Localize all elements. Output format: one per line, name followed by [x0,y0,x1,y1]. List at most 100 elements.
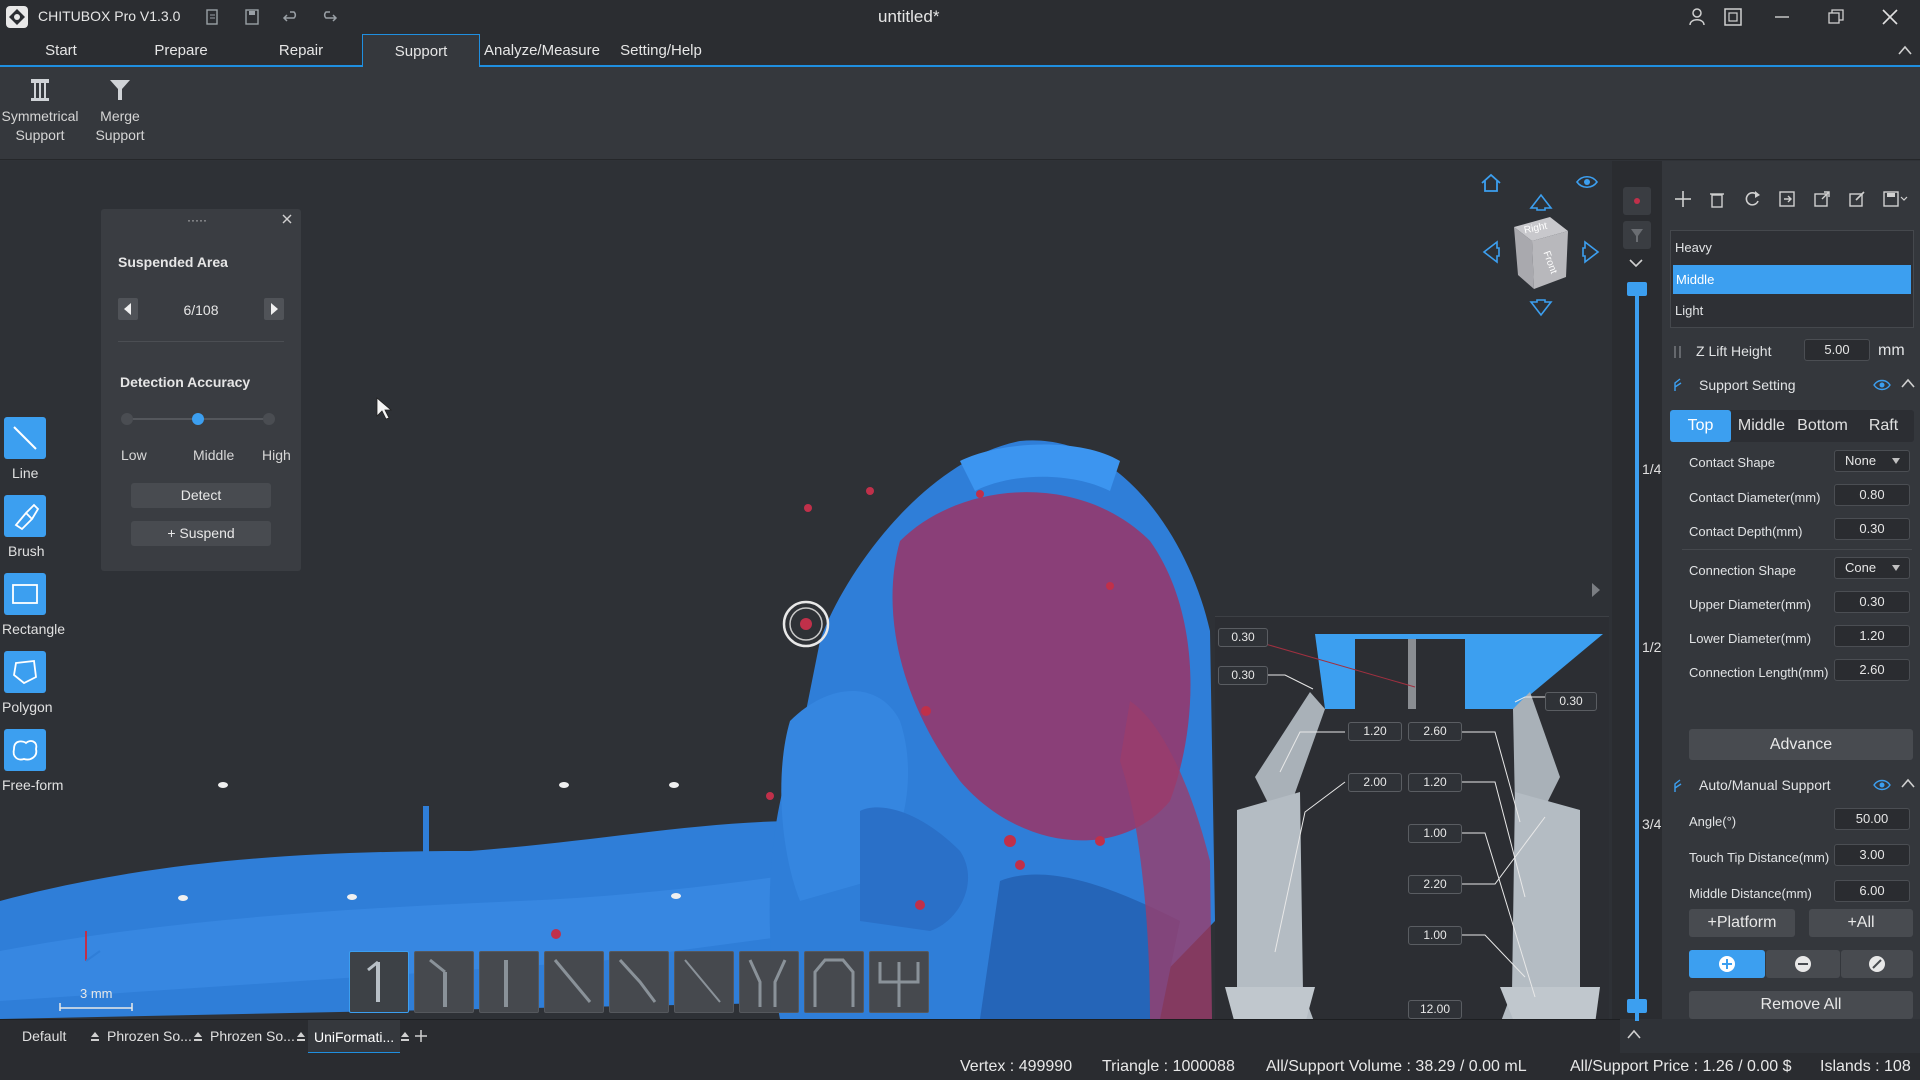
auto-manual-collapse-icon[interactable] [1900,776,1916,790]
save-preset-icon[interactable] [1882,189,1908,209]
middle-value-a[interactable]: 2.00 [1348,773,1402,792]
upper-diameter-input[interactable]: 0.30 [1834,591,1910,613]
minimize-icon[interactable] [1772,8,1792,26]
advance-button[interactable]: Advance [1689,729,1913,760]
delete-preset-icon[interactable] [1707,189,1727,209]
layer-dropdown-icon[interactable] [1627,257,1645,269]
export-preset-icon[interactable] [1812,189,1832,209]
add-suspend-button[interactable]: + Suspend [131,521,271,546]
eject-icon[interactable] [90,1030,100,1042]
home-view-icon[interactable] [1479,172,1503,194]
support-type-5[interactable] [609,951,669,1013]
drag-handle[interactable]: ····· [187,213,207,227]
tab-top[interactable]: Top [1670,410,1731,442]
panel-collapse-icon[interactable] [1626,1028,1642,1040]
rotate-down-icon[interactable] [1528,299,1554,319]
length-value-3[interactable]: 1.00 [1408,926,1462,945]
layer-filter-icon[interactable] [1623,221,1651,249]
view-cube[interactable]: Right Front [1508,213,1574,291]
remove-support-mode-button[interactable] [1766,950,1840,978]
top-right-value[interactable]: 0.30 [1545,692,1597,711]
add-support-mode-button[interactable] [1689,950,1765,978]
accuracy-slider[interactable] [121,412,281,426]
preset-light[interactable]: Light [1675,297,1909,325]
panel-close-icon[interactable] [281,213,293,225]
support-setting-eye-icon[interactable] [1873,379,1891,391]
rotate-up-icon[interactable] [1528,191,1554,211]
angle-input[interactable]: 50.00 [1834,808,1910,830]
eject-icon[interactable] [400,1030,410,1042]
tab-analyze-measure[interactable]: Analyze/Measure [482,34,602,67]
polygon-tool-button[interactable] [4,651,46,693]
rotate-right-icon[interactable] [1582,239,1602,265]
auto-manual-eye-icon[interactable] [1873,779,1891,791]
support-setting-collapse-icon[interactable] [1900,376,1916,390]
new-file-icon[interactable] [204,8,220,26]
visibility-eye-icon[interactable] [1576,175,1598,189]
layer-slider-bottom-handle[interactable] [1627,999,1647,1013]
tab-middle[interactable]: Middle [1731,410,1792,442]
connection-length-input[interactable]: 2.60 [1834,659,1910,681]
edit-support-mode-button[interactable] [1841,950,1913,978]
rectangle-tool-button[interactable] [4,573,46,615]
length-value-1[interactable]: 1.00 [1408,824,1462,843]
eject-icon[interactable] [296,1030,306,1042]
remove-all-button[interactable]: Remove All [1689,991,1913,1019]
support-type-2[interactable] [414,951,474,1013]
touch-tip-input[interactable]: 3.00 [1834,844,1910,866]
tab-uniformation[interactable]: UniFormati... [308,1020,401,1054]
user-icon[interactable] [1688,7,1706,27]
tab-support[interactable]: Support [362,34,480,69]
tab-phrozen-2[interactable]: Phrozen So... [210,1028,295,1044]
symmetrical-support-button[interactable]: Symmetrical Support [0,75,80,145]
upper-value-b[interactable]: 2.60 [1408,722,1462,741]
tab-prepare[interactable]: Prepare [134,34,228,67]
top-left-value-1[interactable]: 0.30 [1218,628,1268,647]
middle-distance-input[interactable]: 6.00 [1834,880,1910,902]
eject-icon[interactable] [193,1030,203,1042]
close-icon[interactable] [1880,7,1900,27]
tab-setting-help[interactable]: Setting/Help [614,34,708,67]
import-preset-icon[interactable] [1777,189,1797,209]
contact-shape-select[interactable]: None [1834,450,1910,472]
layer-slider-track[interactable] [1635,286,1639,1021]
contact-diameter-input[interactable]: 0.80 [1834,484,1910,506]
add-preset-icon[interactable] [1673,189,1693,209]
tab-phrozen-1[interactable]: Phrozen So... [107,1028,192,1044]
lower-diameter-input[interactable]: 1.20 [1834,625,1910,647]
preset-heavy[interactable]: Heavy [1675,234,1909,262]
rotate-left-icon[interactable] [1480,239,1500,265]
layer-view-icon[interactable] [1623,187,1651,215]
tab-default[interactable]: Default [22,1028,66,1044]
layer-slider-top-handle[interactable] [1627,282,1647,296]
detect-button[interactable]: Detect [131,483,271,508]
upper-value-a[interactable]: 1.20 [1348,722,1402,741]
tab-bottom[interactable]: Bottom [1792,410,1853,442]
bottom-value[interactable]: 12.00 [1408,1000,1462,1019]
edit-preset-icon[interactable] [1847,189,1867,209]
z-lift-input[interactable]: 5.00 [1804,339,1870,361]
support-type-8[interactable] [804,951,864,1013]
preset-middle[interactable]: Middle [1673,265,1911,294]
next-area-button[interactable] [264,298,284,320]
add-all-button[interactable]: +All [1809,909,1913,937]
free-form-tool-button[interactable] [4,729,46,771]
length-value-2[interactable]: 2.20 [1408,875,1462,894]
accuracy-slider-thumb[interactable] [192,413,204,425]
add-tab-icon[interactable] [414,1029,428,1043]
tab-repair[interactable]: Repair [256,34,346,67]
undo-icon[interactable] [282,8,300,26]
tab-raft[interactable]: Raft [1853,410,1914,442]
support-type-4[interactable] [544,951,604,1013]
support-type-1[interactable] [349,951,409,1013]
3d-viewport[interactable]: 3 mm Line Brush Rectangle Polygon Free-f… [0,161,1612,1019]
connection-shape-select[interactable]: Cone [1834,557,1910,579]
support-type-7[interactable] [739,951,799,1013]
support-type-3[interactable] [479,951,539,1013]
tab-start[interactable]: Start [20,34,102,67]
support-type-6[interactable] [674,951,734,1013]
contact-depth-input[interactable]: 0.30 [1834,518,1910,540]
line-tool-button[interactable] [4,417,46,459]
screenshot-icon[interactable] [1722,6,1744,28]
add-platform-button[interactable]: +Platform [1689,909,1795,937]
